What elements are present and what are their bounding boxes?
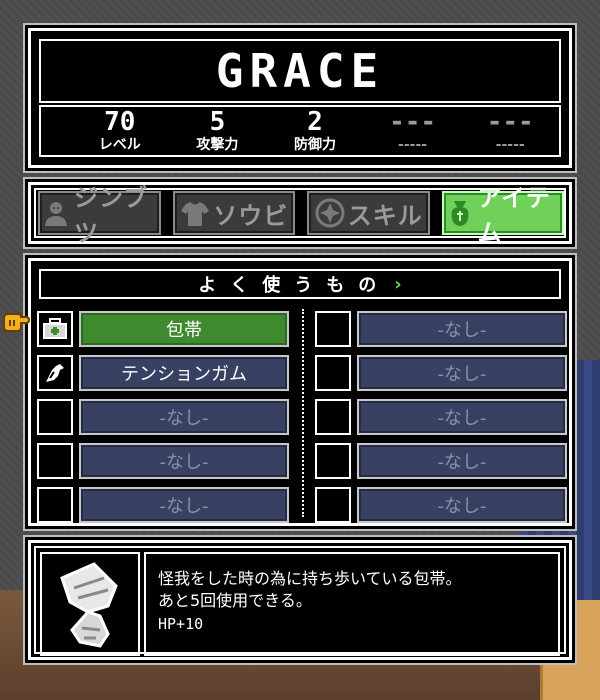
stat-level-value: 70: [104, 107, 136, 137]
stat-attack-value: 5: [209, 107, 226, 137]
stat-level: 70 レベル: [71, 108, 169, 154]
gum-icon: [46, 364, 64, 382]
column-divider: [302, 309, 304, 517]
tab-soubi[interactable]: ソウビ: [172, 191, 295, 235]
stat-defense-value: 2: [307, 107, 323, 137]
item-slot-icon: [37, 355, 73, 391]
item-description-panel: 怪我をした時の為に持ち歩いている包帯。 あと5回使用できる。 HP+10: [28, 540, 572, 660]
item-slot[interactable]: -なし-: [37, 395, 289, 439]
menu-tabs-panel: ジンブツ ソウビ スキル アイテム: [28, 182, 572, 247]
tab-skill-label: スキル: [347, 201, 423, 230]
character-name: GRACE: [215, 44, 385, 98]
description-line-1: 怪我をした時の為に持ち歩いている包帯。: [158, 569, 462, 588]
stat-empty-2-label: -----: [495, 137, 525, 153]
item-slot-name[interactable]: -なし-: [357, 399, 567, 435]
item-slot-icon: [37, 487, 73, 523]
skill-emblem-icon: [315, 198, 345, 228]
item-slot-name[interactable]: -なし-: [357, 355, 567, 391]
item-slot-icon: [37, 399, 73, 435]
stat-attack-label: 攻撃力: [196, 137, 239, 153]
item-slot[interactable]: -なし-: [37, 483, 289, 527]
stat-empty-1: --- -----: [364, 108, 462, 154]
item-slot-icon: [315, 311, 351, 347]
description-effect: HP+10: [158, 615, 204, 633]
item-slot[interactable]: テンションガム: [37, 351, 289, 395]
stat-empty-1-value: ---: [389, 107, 437, 137]
item-slot-name[interactable]: -なし-: [357, 443, 567, 479]
items-right-column: -なし- -なし- -なし- -なし- -なし-: [315, 307, 567, 527]
item-slot-icon: [315, 355, 351, 391]
tab-jinbutsu-label: ジンブツ: [74, 184, 149, 247]
items-left-column: 包帯 テンションガム -なし- -なし- -なし-: [37, 307, 289, 527]
pointing-hand-cursor-icon: [3, 313, 30, 332]
next-page-arrow[interactable]: ›: [394, 274, 401, 295]
tab-jinbutsu[interactable]: ジンブツ: [38, 184, 161, 247]
stat-empty-1-label: -----: [398, 137, 428, 153]
item-slot-name[interactable]: -なし-: [79, 487, 289, 523]
character-name-box: GRACE: [39, 39, 561, 103]
item-slot-icon: [315, 443, 351, 479]
items-section-header: よく使うもの ›: [39, 269, 561, 299]
tab-skill[interactable]: スキル: [307, 191, 430, 235]
first-aid-kit-icon: [43, 318, 67, 339]
tab-item[interactable]: アイテム: [441, 184, 564, 247]
stat-attack: 5 攻撃力: [169, 108, 267, 154]
item-slot[interactable]: -なし-: [315, 395, 567, 439]
item-slot-icon: [37, 311, 73, 347]
item-slot[interactable]: -なし-: [315, 307, 567, 351]
item-slot-icon: [37, 443, 73, 479]
item-slot-name[interactable]: -なし-: [79, 443, 289, 479]
stat-defense-label: 防御力: [293, 137, 336, 153]
item-bag-icon: [451, 201, 468, 226]
tab-item-label: アイテム: [477, 184, 551, 247]
item-slot-icon: [315, 399, 351, 435]
item-slot[interactable]: 包帯: [37, 307, 289, 351]
frequently-used-items-panel: よく使うもの › 包帯 テンションガム -なし- -なし- -なし- -なし- …: [28, 258, 572, 526]
item-slot-name[interactable]: テンションガム: [79, 355, 289, 391]
item-slot-name[interactable]: 包帯: [79, 311, 289, 347]
item-slot[interactable]: -なし-: [37, 439, 289, 483]
description-icon-box: [40, 552, 140, 656]
bandage-icon: [60, 562, 118, 648]
person-icon: [45, 202, 67, 226]
stat-empty-2: --- -----: [461, 108, 559, 154]
items-section-title: よく使うもの: [198, 275, 391, 296]
description-line-2: あと5回使用できる。: [158, 591, 312, 610]
character-header-panel: GRACE 70 レベル 5 攻撃力 2 防御力 --- ----- --- -…: [28, 28, 572, 168]
item-slot[interactable]: -なし-: [315, 351, 567, 395]
item-slot-name[interactable]: -なし-: [357, 487, 567, 523]
item-slot-name[interactable]: -なし-: [357, 311, 567, 347]
item-slot-icon: [315, 487, 351, 523]
description-text-box: 怪我をした時の為に持ち歩いている包帯。 あと5回使用できる。 HP+10: [144, 552, 560, 656]
tab-soubi-label: ソウビ: [213, 201, 289, 230]
stat-empty-2-value: ---: [486, 107, 534, 137]
stats-row: 70 レベル 5 攻撃力 2 防御力 --- ----- --- -----: [39, 105, 561, 157]
stat-level-label: レベル: [98, 137, 141, 153]
item-slot[interactable]: -なし-: [315, 439, 567, 483]
item-slot[interactable]: -なし-: [315, 483, 567, 527]
item-slot-name[interactable]: -なし-: [79, 399, 289, 435]
shirt-icon: [181, 202, 210, 226]
stat-defense: 2 防御力: [266, 108, 364, 154]
